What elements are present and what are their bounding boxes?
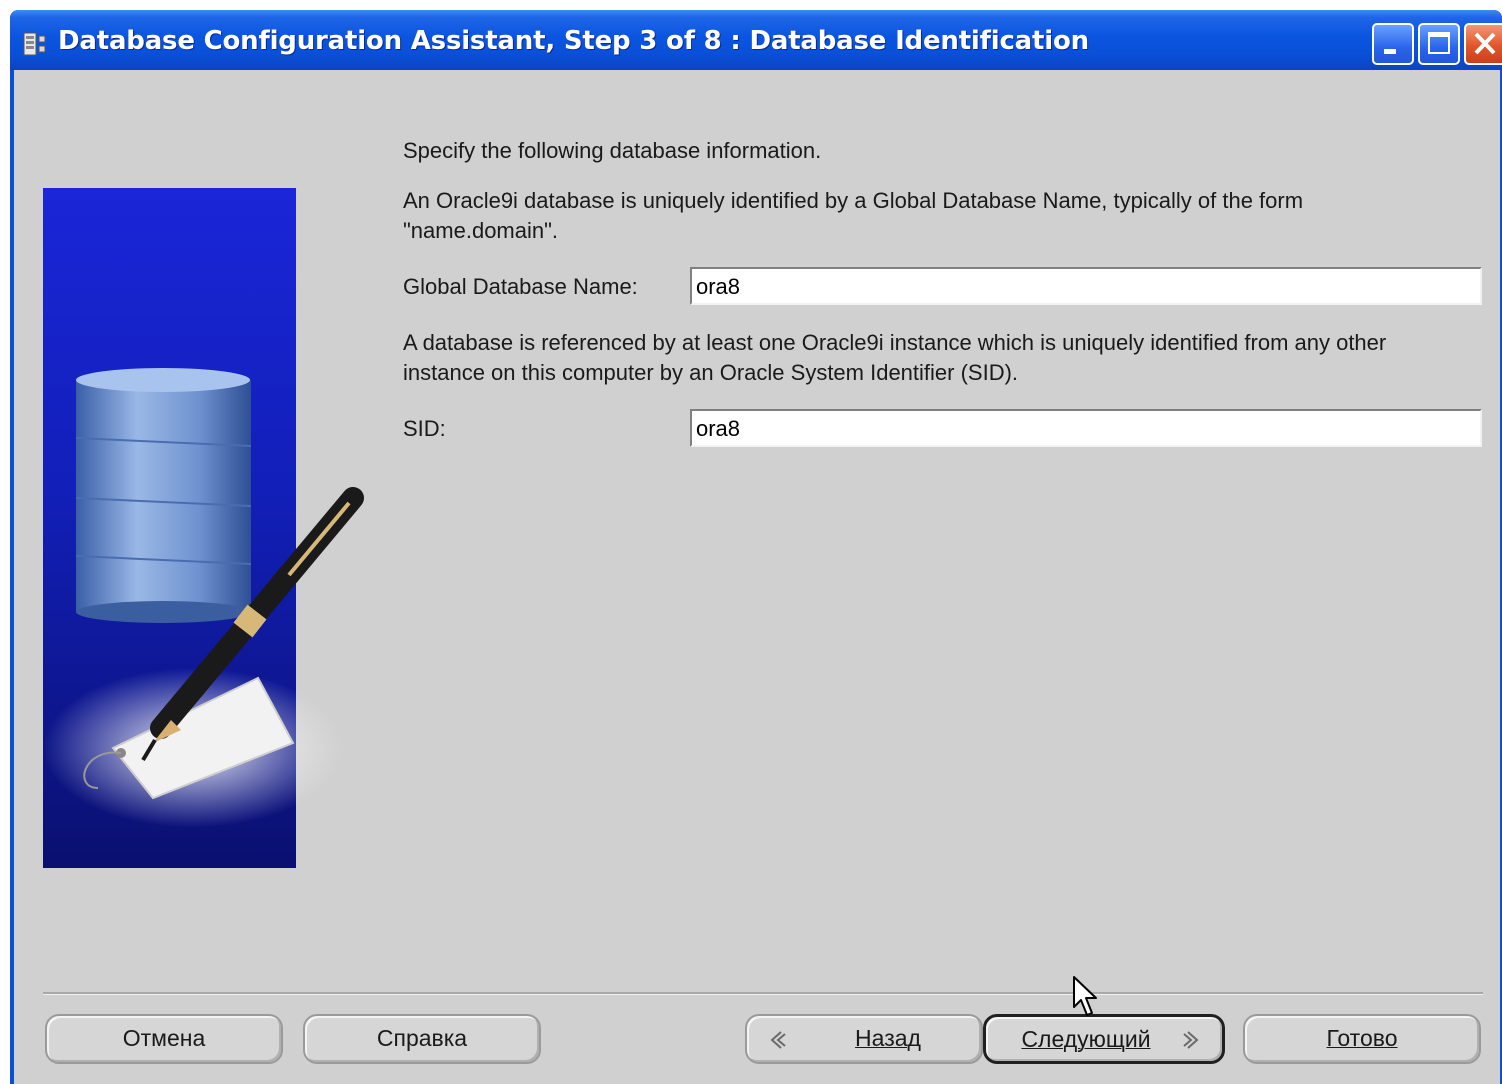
sid-field[interactable]: ora8 xyxy=(690,409,1482,447)
window-title: Database Configuration Assistant, Step 3… xyxy=(58,26,1089,56)
sid-label: SID: xyxy=(403,416,446,441)
maximize-icon xyxy=(1428,32,1450,54)
global-name-description: An Oracle9i database is uniquely identif… xyxy=(403,188,1304,243)
close-button[interactable] xyxy=(1464,23,1502,65)
back-button[interactable]: Назад xyxy=(745,1014,983,1064)
app-icon xyxy=(23,32,46,56)
back-arrow-icon xyxy=(770,1031,786,1049)
minimize-button[interactable] xyxy=(1372,23,1414,65)
help-button-label: Справка xyxy=(376,1025,468,1051)
title-bar[interactable]: Database Configuration Assistant, Step 3… xyxy=(10,10,1502,70)
back-button-label: Назад xyxy=(855,1025,921,1051)
mouse-cursor-icon xyxy=(1073,976,1097,1016)
cancel-button-label: Отмена xyxy=(122,1025,206,1051)
finish-button[interactable]: Готово xyxy=(1243,1014,1481,1064)
minimize-icon xyxy=(1384,49,1396,54)
global-database-name-field[interactable]: ora8 xyxy=(690,267,1482,305)
dialog-window: Database Configuration Assistant, Step 3… xyxy=(10,10,1502,1084)
next-button-label: Следующий xyxy=(1021,1026,1151,1052)
sid-description: A database is referenced by at least one… xyxy=(403,330,1387,385)
database-pen-illustration xyxy=(43,368,364,828)
close-icon xyxy=(1474,32,1496,55)
help-button[interactable]: Справка xyxy=(303,1014,541,1064)
intro-text: Specify the following database informati… xyxy=(403,138,822,163)
next-button[interactable]: Следующий xyxy=(983,1014,1225,1064)
maximize-button[interactable] xyxy=(1418,23,1460,65)
global-name-label: Global Database Name: xyxy=(403,274,638,299)
dialog-content: Specify the following database informati… xyxy=(14,70,1500,1084)
finish-button-label: Готово xyxy=(1326,1025,1398,1051)
cancel-button[interactable]: Отмена xyxy=(45,1014,283,1064)
button-separator xyxy=(43,992,1483,995)
next-arrow-icon xyxy=(1183,1031,1199,1049)
